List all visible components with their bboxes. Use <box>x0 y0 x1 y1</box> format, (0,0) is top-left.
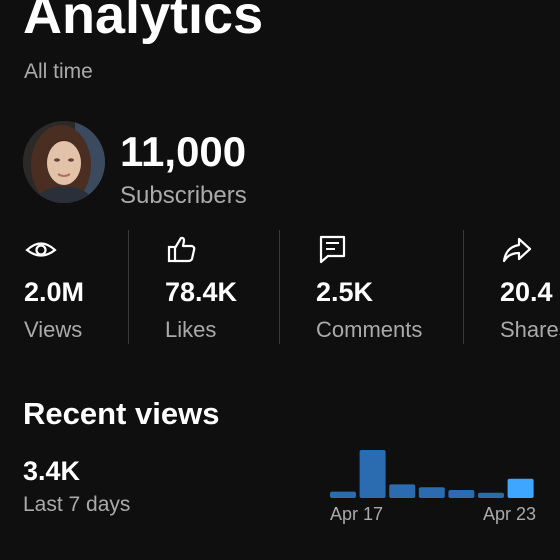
eye-icon <box>24 232 58 266</box>
stat-label: Likes <box>165 317 217 342</box>
divider <box>279 230 280 344</box>
comment-icon <box>316 232 350 266</box>
stat-value: 20.4 <box>500 277 553 307</box>
chart-bar <box>359 450 386 498</box>
stat-value: 78.4K <box>165 277 238 307</box>
avatar-image <box>23 121 105 203</box>
thumbs-up-icon <box>165 232 199 266</box>
chart-bar <box>418 487 445 498</box>
recent-views-chart[interactable]: Apr 17 Apr 23 <box>326 440 542 536</box>
recent-views-title: Recent views <box>23 396 220 431</box>
page-title: Analytics <box>23 0 264 45</box>
recent-views-period: Last 7 days <box>23 493 131 516</box>
avatar[interactable] <box>23 121 105 203</box>
subscriber-label: Subscribers <box>120 182 247 209</box>
stat-label: Comments <box>316 317 423 342</box>
chart-bar <box>507 478 534 498</box>
period-label: All time <box>24 60 93 83</box>
chart-tick-label: Apr 23 <box>483 504 536 524</box>
chart-bar <box>389 484 416 498</box>
share-icon <box>500 232 534 266</box>
stat-label: Shares <box>500 317 560 342</box>
stat-value: 2.5K <box>316 277 374 307</box>
chart-tick-label: Apr 17 <box>330 504 383 524</box>
divider <box>463 230 464 344</box>
stat-value: 2.0M <box>24 277 85 307</box>
chart-bar <box>330 491 356 498</box>
recent-views-value: 3.4K <box>23 456 81 486</box>
divider <box>128 230 129 344</box>
chart-bar <box>478 492 504 498</box>
subscriber-count: 11,000 <box>120 128 247 175</box>
stat-label: Views <box>24 317 83 342</box>
chart-bar <box>448 490 475 498</box>
stats-row: 2.0M Views 78.4K Likes 2.5K Comments 20.… <box>0 228 560 348</box>
analytics-screen: Analytics All time 11,000 Subscribers 2.… <box>0 0 560 560</box>
